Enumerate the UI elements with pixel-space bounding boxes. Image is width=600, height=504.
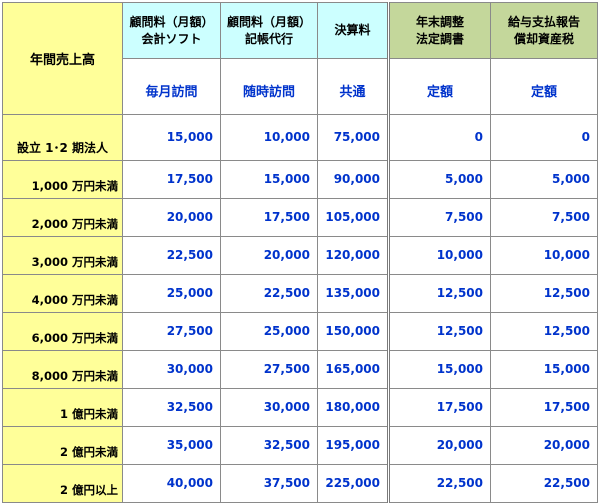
table-cell: 15,000: [220, 160, 318, 199]
table-cell: 12,500: [387, 312, 491, 351]
table-cell: 35,000: [122, 426, 221, 465]
column-header-line1: 顧問料（月額）: [226, 14, 311, 29]
table-cell: 30,000: [122, 350, 221, 389]
column-header-accounting-software: 顧問料（月額） 会計ソフト: [122, 2, 221, 59]
table-cell: 15,000: [387, 350, 491, 389]
table-row: 2,000 万円未満 20,000 17,500 105,000 7,500 7…: [2, 198, 598, 237]
column-header-line2: 記帳代行: [244, 31, 293, 46]
table-cell: 135,000: [317, 274, 389, 313]
table-cell: 165,000: [317, 350, 389, 389]
header-row: 年間売上高 顧問料（月額） 会計ソフト 顧問料（月額） 記帳代行 決算料 年末調…: [2, 2, 598, 115]
column-subheader: 定額: [490, 58, 598, 115]
table-row: 2 億円未満 35,000 32,500 195,000 20,000 20,0…: [2, 426, 598, 465]
column-header-line1: 年末調整: [415, 14, 464, 29]
table-cell: 150,000: [317, 312, 389, 351]
column-header-line1: 顧問料（月額）: [129, 14, 214, 29]
table-cell: 5,000: [387, 160, 491, 199]
table-cell: 22,500: [387, 464, 491, 503]
table-row: 3,000 万円未満 22,500 20,000 120,000 10,000 …: [2, 236, 598, 275]
table-cell: 37,500: [220, 464, 318, 503]
table-cell: 17,500: [387, 388, 491, 427]
table-cell: 40,000: [122, 464, 221, 503]
table-row: 2 億円以上 40,000 37,500 225,000 22,500 22,5…: [2, 464, 598, 503]
table-cell: 12,500: [387, 274, 491, 313]
table-cell: 7,500: [387, 198, 491, 237]
table-cell: 27,500: [220, 350, 318, 389]
table-cell: 22,500: [122, 236, 221, 275]
table-cell: 27,500: [122, 312, 221, 351]
table-cell: 20,000: [122, 198, 221, 237]
column-header-bookkeeping: 顧問料（月額） 記帳代行: [220, 2, 318, 59]
row-label: 6,000 万円未満: [2, 312, 123, 351]
column-header-line1: 決算料: [334, 23, 371, 37]
table-cell: 22,500: [490, 464, 598, 503]
table-cell: 32,500: [122, 388, 221, 427]
corner-label: 年間売上高: [2, 2, 123, 115]
table-cell: 225,000: [317, 464, 389, 503]
table-cell: 20,000: [490, 426, 598, 465]
table-cell: 22,500: [220, 274, 318, 313]
row-label: 2,000 万円未満: [2, 198, 123, 237]
column-header-line2: 法定調書: [415, 31, 464, 46]
table-cell: 25,000: [122, 274, 221, 313]
table-row: 6,000 万円未満 27,500 25,000 150,000 12,500 …: [2, 312, 598, 351]
table-cell: 10,000: [220, 114, 318, 161]
table-cell: 20,000: [387, 426, 491, 465]
column-subheader: 共通: [317, 58, 389, 115]
table-row: 設立 1･2 期法人 15,000 10,000 75,000 0 0: [2, 114, 598, 161]
row-label: 4,000 万円未満: [2, 274, 123, 313]
row-label: 2 億円未満: [2, 426, 123, 465]
table-cell: 75,000: [317, 114, 389, 161]
table-cell: 195,000: [317, 426, 389, 465]
table-row: 8,000 万円未満 30,000 27,500 165,000 15,000 …: [2, 350, 598, 389]
table-cell: 17,500: [490, 388, 598, 427]
table-cell: 15,000: [122, 114, 221, 161]
table-cell: 90,000: [317, 160, 389, 199]
table-cell: 20,000: [220, 236, 318, 275]
table-cell: 10,000: [490, 236, 598, 275]
table-cell: 12,500: [490, 312, 598, 351]
column-header-salary-report: 給与支払報告 償却資産税: [490, 2, 598, 59]
table-cell: 25,000: [220, 312, 318, 351]
column-header-line1: 給与支払報告: [507, 14, 580, 29]
table-cell: 105,000: [317, 198, 389, 237]
row-label: 8,000 万円未満: [2, 350, 123, 389]
row-label: 1 億円未満: [2, 388, 123, 427]
column-header-line2: 償却資産税: [513, 31, 574, 46]
table-cell: 15,000: [490, 350, 598, 389]
table-cell: 0: [490, 114, 598, 161]
table-row: 1 億円未満 32,500 30,000 180,000 17,500 17,5…: [2, 388, 598, 427]
table-cell: 0: [387, 114, 491, 161]
row-label: 1,000 万円未満: [2, 160, 123, 199]
table-cell: 30,000: [220, 388, 318, 427]
row-label: 設立 1･2 期法人: [2, 114, 123, 161]
column-subheader: 定額: [387, 58, 491, 115]
table-cell: 12,500: [490, 274, 598, 313]
fee-table: 年間売上高 顧問料（月額） 会計ソフト 顧問料（月額） 記帳代行 決算料 年末調…: [2, 2, 598, 503]
column-subheader: 随時訪問: [220, 58, 318, 115]
table-cell: 17,500: [122, 160, 221, 199]
table-row: 1,000 万円未満 17,500 15,000 90,000 5,000 5,…: [2, 160, 598, 199]
table-cell: 180,000: [317, 388, 389, 427]
table-cell: 120,000: [317, 236, 389, 275]
table-cell: 17,500: [220, 198, 318, 237]
table-cell: 7,500: [490, 198, 598, 237]
column-header-year-end-adjustment: 年末調整 法定調書: [387, 2, 491, 59]
table-row: 4,000 万円未満 25,000 22,500 135,000 12,500 …: [2, 274, 598, 313]
table-cell: 10,000: [387, 236, 491, 275]
column-header-line2: 会計ソフト: [141, 31, 202, 46]
table-cell: 5,000: [490, 160, 598, 199]
row-label: 2 億円以上: [2, 464, 123, 503]
table-cell: 32,500: [220, 426, 318, 465]
row-label: 3,000 万円未満: [2, 236, 123, 275]
column-subheader: 毎月訪問: [122, 58, 221, 115]
column-header-settlement-fee: 決算料: [317, 2, 389, 59]
